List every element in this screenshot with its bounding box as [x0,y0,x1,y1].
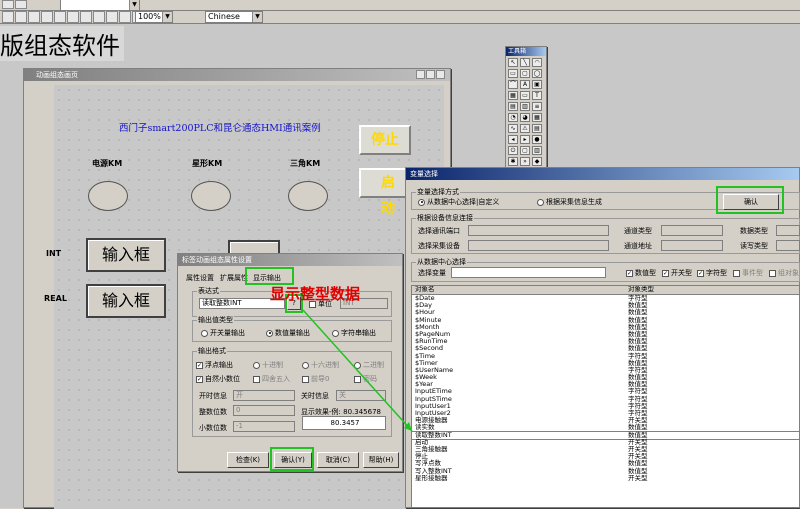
arrow-overlay [302,309,413,432]
arrow-line [302,309,413,432]
